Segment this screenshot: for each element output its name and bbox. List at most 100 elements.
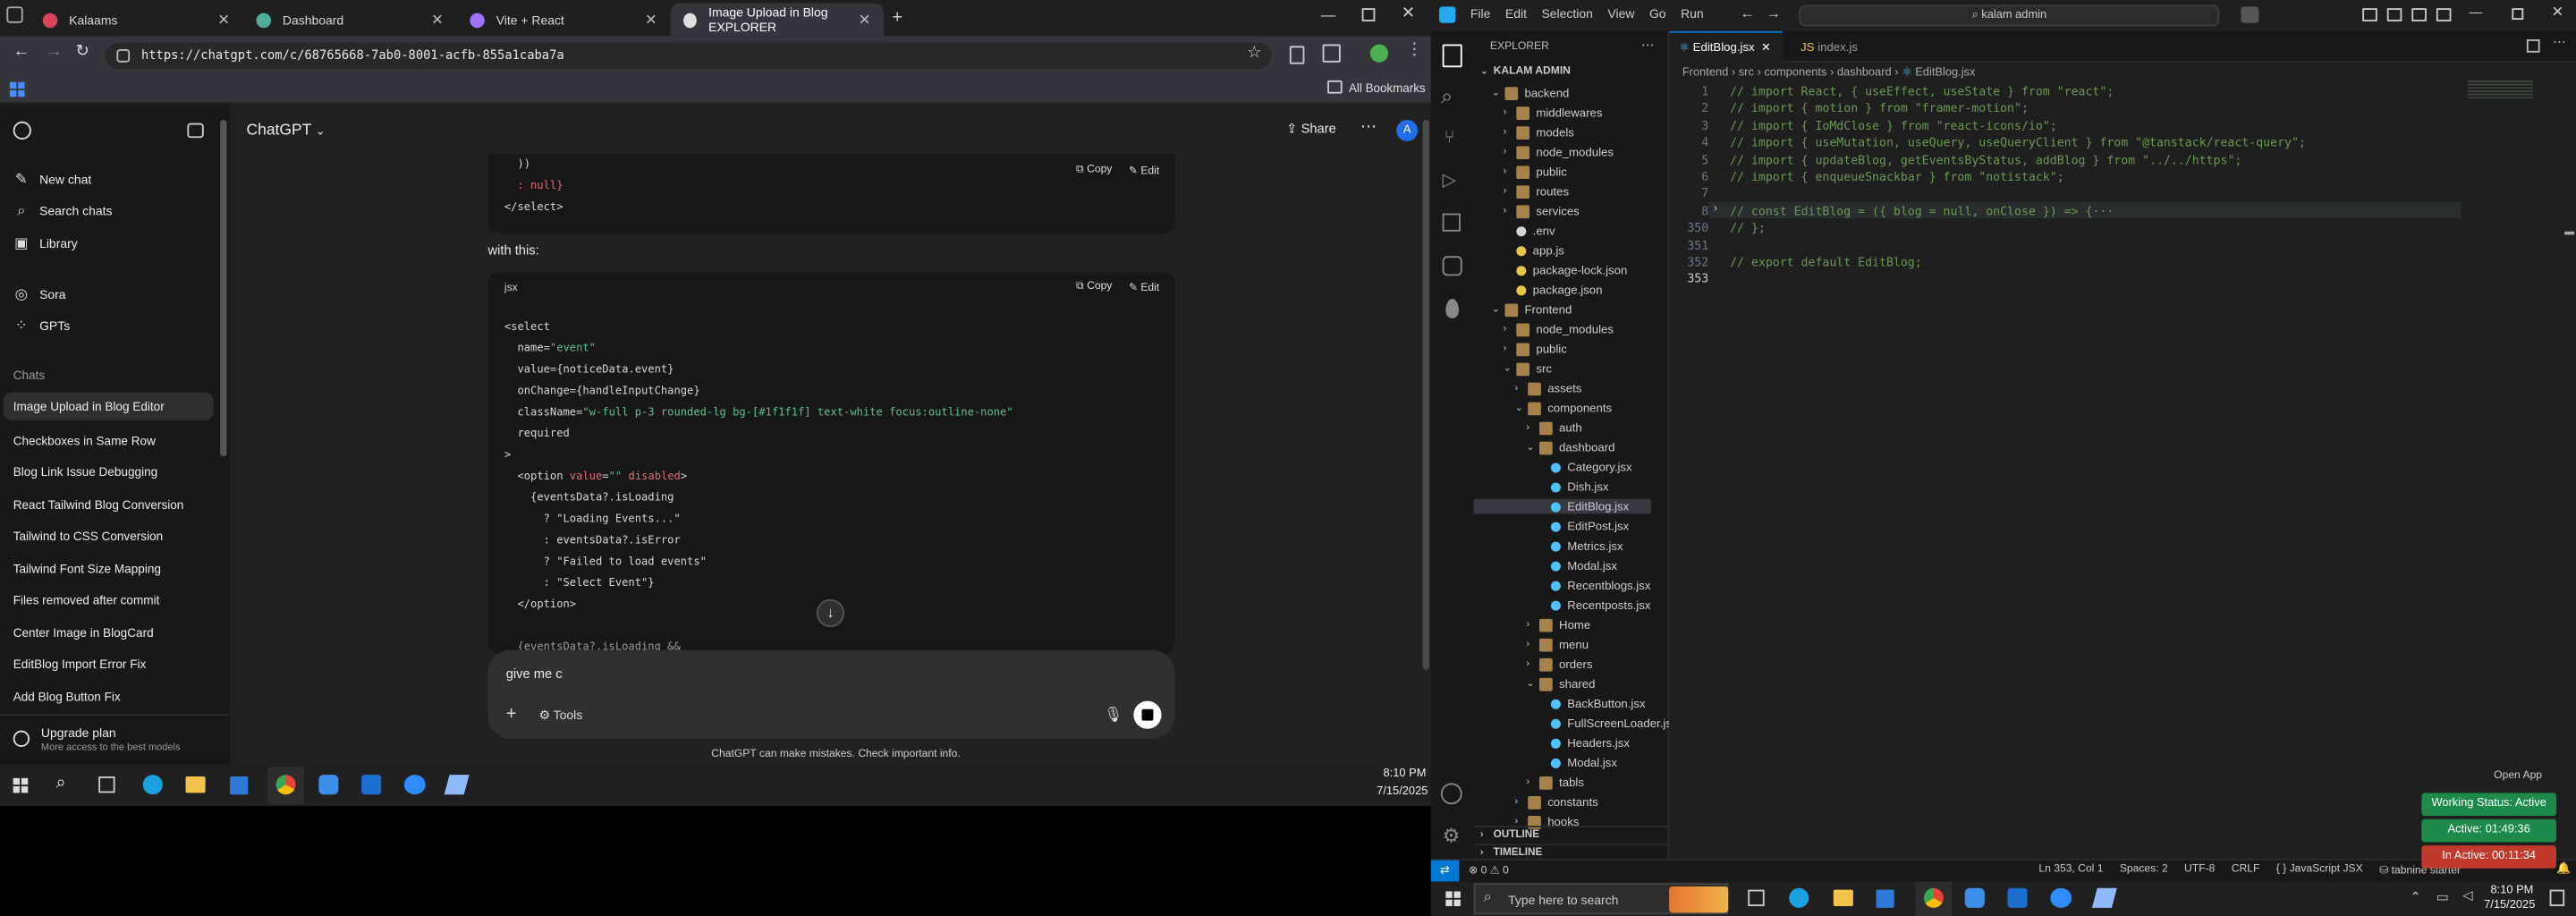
remote-explorer-icon[interactable] bbox=[1442, 256, 1462, 276]
back-icon[interactable]: ← bbox=[13, 43, 30, 61]
share-button[interactable]: ⇪ Share bbox=[1286, 122, 1336, 137]
nav-library[interactable]: ▣ Library bbox=[13, 234, 78, 250]
tree-file[interactable]: Category.jsx bbox=[1538, 460, 1632, 474]
tab-dashboard[interactable]: Dashboard ✕ bbox=[243, 4, 457, 37]
search-icon[interactable]: ⌕ bbox=[1441, 84, 1453, 110]
chat-item[interactable]: Tailwind Font Size Mapping bbox=[13, 562, 161, 577]
minimize-icon[interactable]: — bbox=[1321, 6, 1336, 22]
microphone-icon[interactable]: 🎙 bbox=[1104, 706, 1123, 724]
nav-new-chat[interactable]: ✎ New chat bbox=[13, 171, 92, 187]
task-view-icon[interactable] bbox=[98, 776, 115, 793]
nav-search-chats[interactable]: ⌕ Search chats bbox=[13, 202, 113, 218]
tree-file[interactable]: package.json bbox=[1504, 283, 1602, 297]
extensions-puzzle-icon[interactable] bbox=[1322, 44, 1341, 63]
language-mode[interactable]: { } JavaScript JSX bbox=[2276, 863, 2363, 877]
search-icon[interactable]: ⌕ bbox=[55, 773, 65, 794]
app-taskbar-icon[interactable] bbox=[318, 775, 339, 795]
breadcrumb-item[interactable]: EditBlog.jsx bbox=[1915, 67, 1975, 79]
minimap[interactable] bbox=[2467, 80, 2534, 100]
workspace-root[interactable]: ⌄ KALAM ADMIN bbox=[1480, 65, 1571, 77]
copilot-icon[interactable] bbox=[2241, 6, 2259, 23]
tree-file[interactable]: Modal.jsx bbox=[1538, 755, 1617, 770]
tab-vite-react[interactable]: Vite + React ✕ bbox=[457, 4, 671, 37]
zoom-taskbar-icon[interactable] bbox=[403, 775, 426, 795]
store-icon[interactable] bbox=[1876, 889, 1894, 908]
chat-item[interactable]: Image Upload in Blog Editor bbox=[3, 392, 214, 420]
zoom-taskbar-icon[interactable] bbox=[2050, 887, 2072, 908]
tab-index-js[interactable]: JS index.js bbox=[1791, 31, 1894, 63]
close-tab-icon[interactable]: ✕ bbox=[645, 12, 657, 30]
tree-folder[interactable]: › models bbox=[1504, 124, 1574, 140]
edge-icon[interactable] bbox=[142, 775, 163, 795]
split-editor-icon[interactable] bbox=[2526, 39, 2540, 53]
tab-editblog[interactable]: ⚛ EditBlog.jsx ✕ bbox=[1669, 30, 1783, 63]
new-tab-icon[interactable]: + bbox=[892, 8, 902, 28]
cursor-position[interactable]: Ln 353, Col 1 bbox=[2038, 863, 2103, 877]
tree-folder[interactable]: › auth bbox=[1526, 420, 1581, 436]
nav-gpts[interactable]: ⁘ GPTs bbox=[13, 317, 71, 333]
task-view-icon[interactable] bbox=[1748, 889, 1765, 906]
problems-indicator[interactable]: ⊗ 0 ⚠ 0 bbox=[1469, 863, 1509, 877]
network-icon[interactable]: ▭ bbox=[2436, 890, 2449, 905]
chat-item[interactable]: Add Blog Button Fix bbox=[13, 690, 121, 705]
tree-folder[interactable]: › menu bbox=[1526, 637, 1589, 652]
breadcrumb-item[interactable]: dashboard bbox=[1837, 67, 1892, 79]
tree-file[interactable]: BackButton.jsx bbox=[1538, 696, 1646, 711]
customize-layout-icon[interactable] bbox=[2436, 8, 2452, 21]
encoding[interactable]: UTF-8 bbox=[2184, 863, 2215, 877]
more-options-icon[interactable]: ⋯ bbox=[1360, 118, 1377, 136]
tree-file[interactable]: FullScreenLoader.jsx bbox=[1538, 716, 1678, 731]
copy-code-button[interactable]: ⧉ Copy bbox=[1076, 281, 1112, 294]
chat-scrollbar[interactable] bbox=[1422, 119, 1429, 670]
close-window-icon[interactable]: ✕ bbox=[1402, 5, 1415, 23]
explorer-icon[interactable] bbox=[1442, 44, 1462, 68]
tab-kalaams[interactable]: Kalaams ✕ bbox=[30, 4, 243, 37]
vscode-taskbar-icon[interactable] bbox=[361, 775, 382, 795]
back-icon[interactable]: ← bbox=[1740, 5, 1755, 21]
chat-item[interactable]: Checkboxes in Same Row bbox=[13, 433, 156, 448]
close-tab-icon[interactable]: ✕ bbox=[217, 12, 230, 30]
edge-icon[interactable] bbox=[1789, 887, 1809, 908]
app-taskbar-icon[interactable] bbox=[1964, 887, 1985, 908]
edit-code-button[interactable]: ✎ Edit bbox=[1129, 281, 1159, 294]
tree-folder[interactable]: › routes bbox=[1504, 184, 1569, 199]
extensions-icon[interactable] bbox=[1442, 213, 1461, 232]
vscode-taskbar-icon[interactable] bbox=[2007, 887, 2028, 908]
windows-start-icon[interactable] bbox=[13, 777, 29, 793]
tree-file[interactable]: app.js bbox=[1504, 243, 1564, 258]
stop-button[interactable] bbox=[1133, 700, 1162, 729]
sidebar-scrollbar[interactable] bbox=[220, 119, 227, 457]
close-tab-icon[interactable]: ✕ bbox=[431, 12, 444, 30]
tools-button[interactable]: ⚙ Tools bbox=[538, 708, 582, 723]
accounts-icon[interactable] bbox=[1440, 783, 1462, 805]
chat-item[interactable]: Files removed after commit bbox=[13, 592, 160, 607]
tree-file[interactable]: Recentblogs.jsx bbox=[1538, 578, 1650, 592]
edit-code-button[interactable]: ✎ Edit bbox=[1129, 165, 1159, 177]
minimize-icon[interactable]: — bbox=[2470, 5, 2483, 21]
toggle-secondary-sidebar-icon[interactable] bbox=[2411, 8, 2427, 21]
site-info-icon[interactable] bbox=[116, 49, 131, 63]
tree-folder[interactable]: ⌄ backend bbox=[1492, 85, 1570, 100]
menu-view[interactable]: View bbox=[1607, 6, 1634, 21]
chrome-menu-icon[interactable]: ⋮ bbox=[1406, 41, 1422, 59]
apps-grid-icon[interactable] bbox=[10, 81, 25, 98]
tree-folder[interactable]: › orders bbox=[1526, 657, 1592, 672]
outline-section[interactable]: › OUTLINE bbox=[1473, 826, 1670, 844]
tree-file[interactable]: package-lock.json bbox=[1504, 263, 1627, 277]
tree-file[interactable]: .env bbox=[1504, 224, 1555, 238]
breadcrumb-item[interactable]: src bbox=[1739, 67, 1754, 79]
store-icon[interactable] bbox=[230, 776, 249, 795]
menu-edit[interactable]: Edit bbox=[1505, 6, 1527, 21]
chrome-taskbar-active[interactable] bbox=[267, 767, 304, 805]
scroll-down-button[interactable]: ↓ bbox=[816, 598, 845, 628]
chat-item[interactable]: Blog Link Issue Debugging bbox=[13, 464, 158, 479]
indentation[interactable]: Spaces: 2 bbox=[2120, 863, 2168, 877]
tree-folder[interactable]: ⌄ shared bbox=[1526, 676, 1595, 691]
forward-icon[interactable]: → bbox=[1766, 5, 1781, 21]
open-app-button[interactable]: Open App bbox=[2494, 770, 2542, 782]
menu-run[interactable]: Run bbox=[1681, 6, 1704, 21]
breadcrumb-item[interactable]: components bbox=[1764, 67, 1826, 79]
tree-folder[interactable]: ⌄ Frontend bbox=[1492, 302, 1572, 318]
tree-folder[interactable]: › tabls bbox=[1526, 775, 1584, 790]
tree-file[interactable]: Modal.jsx bbox=[1538, 558, 1617, 572]
